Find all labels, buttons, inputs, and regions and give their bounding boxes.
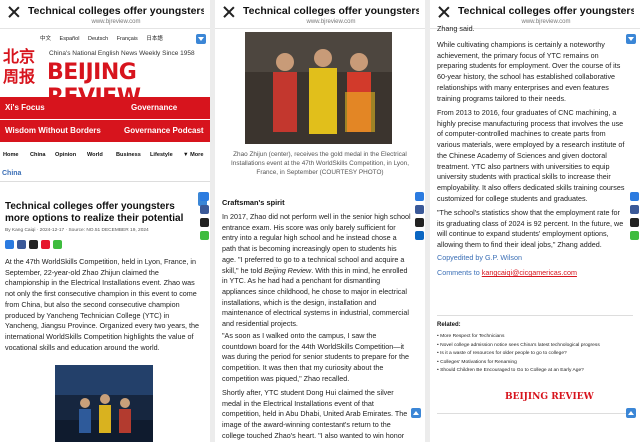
article-paragraph: "The school's statistics show that the e… — [437, 208, 624, 250]
weibo-icon[interactable] — [41, 240, 50, 249]
chevron-up-icon[interactable] — [411, 408, 421, 418]
logo-chinese[interactable]: 北京周报 — [3, 47, 35, 89]
language-link[interactable]: 中文 — [40, 36, 51, 42]
article-paragraph: In 2017, Zhao did not perform well in th… — [222, 212, 412, 330]
nav-bar-2: Wisdom Without Borders Governance Podcas… — [0, 120, 210, 142]
mail-icon[interactable] — [5, 240, 14, 249]
chevron-down-icon[interactable] — [196, 34, 206, 44]
wechat-icon[interactable] — [200, 231, 209, 240]
nav-home[interactable]: Home — [3, 152, 19, 158]
tagline: China's National English News Weekly Sin… — [49, 50, 195, 57]
chevron-down-icon[interactable] — [626, 34, 636, 44]
nav-opinion[interactable]: Opinion — [55, 152, 76, 158]
comments-email-link[interactable]: kangcaiqi@cicgamericas.com — [482, 268, 577, 277]
language-link[interactable]: 日本語 — [146, 36, 163, 42]
chevron-up-icon[interactable] — [626, 408, 636, 418]
publication-name: Beijing Review — [264, 265, 312, 275]
medal-ceremony-photo — [245, 32, 392, 144]
related-link[interactable]: More Respect for Technicians — [437, 333, 635, 342]
mail-icon[interactable] — [200, 192, 209, 201]
window-title: Technical colleges offer youngsters — [28, 5, 204, 17]
facebook-icon[interactable] — [415, 205, 424, 214]
x-icon[interactable] — [200, 218, 209, 227]
section-subhead: Craftsman's spirit — [222, 198, 285, 207]
article-paragraph: At the 47th WorldSkills Competition, hel… — [5, 257, 200, 352]
comments-line: Comments to kangcaiqi@cicgamericas.com — [437, 268, 577, 277]
language-link[interactable]: Deutsch — [88, 36, 108, 42]
section-label[interactable]: China — [2, 170, 21, 177]
facebook-icon[interactable] — [200, 205, 209, 214]
nav-governance[interactable]: Governance — [131, 103, 177, 112]
triple-screenshot: Technical colleges offer youngsters www.… — [0, 0, 640, 442]
nav-more-button[interactable]: ▼ More — [183, 152, 203, 158]
facebook-icon[interactable] — [17, 240, 26, 249]
article-paragraph: Shortly after, YTC student Dong Hui clai… — [222, 388, 408, 440]
x-icon[interactable] — [29, 240, 38, 249]
related-list: More Respect for Technicians Novel colle… — [437, 333, 635, 376]
divider — [437, 315, 633, 316]
comments-label: Comments to — [437, 268, 482, 277]
related-heading: Related: — [437, 322, 461, 328]
title-bar: Technical colleges offer youngsters www.… — [0, 0, 210, 29]
nav-lifestyle[interactable]: Lifestyle — [150, 152, 173, 158]
window-title: Technical colleges offer youngsters — [458, 5, 634, 17]
window-url: www.bjreview.com — [306, 19, 356, 25]
panel-mid-article: Technical colleges offer youngsters www.… — [215, 0, 425, 442]
nav-bar-1: Xi's Focus Governance — [0, 97, 210, 119]
related-link[interactable]: Colleges' Motivations for Renaming — [437, 359, 635, 368]
article-paragraph: "As soon as I walked onto the campus, I … — [222, 331, 409, 383]
nav-china[interactable]: China — [30, 152, 46, 158]
footer-logo[interactable]: BEIJING REVIEW — [505, 392, 594, 402]
share-bar-vertical — [200, 192, 209, 244]
main-nav: Home China Opinion World Business Lifest… — [0, 148, 210, 162]
x-icon[interactable] — [415, 218, 424, 227]
article-paragraph: While cultivating champions is certainly… — [437, 40, 621, 103]
window-title: Technical colleges offer youngsters — [243, 5, 419, 17]
divider — [437, 413, 633, 414]
mail-icon[interactable] — [630, 192, 639, 201]
panel-end-of-article: Technical colleges offer youngsters www.… — [430, 0, 640, 442]
share-bar-horizontal — [5, 240, 65, 249]
close-icon[interactable] — [222, 5, 236, 19]
article-meta: By Kang Caiqi · 2024-12-17 · Source: NO.… — [5, 228, 149, 233]
mail-icon[interactable] — [415, 192, 424, 201]
related-link[interactable]: Is it a waste of resources for older peo… — [437, 350, 635, 359]
facebook-icon[interactable] — [630, 205, 639, 214]
nav-world[interactable]: World — [87, 152, 103, 158]
linkedin-icon[interactable] — [415, 231, 424, 240]
paragraph-tail: Zhang said. — [437, 24, 475, 33]
nav-governance-podcast[interactable]: Governance Podcast — [124, 126, 204, 135]
share-bar-vertical — [415, 192, 424, 244]
competition-photo — [55, 365, 153, 442]
x-icon[interactable] — [630, 218, 639, 227]
wechat-icon[interactable] — [53, 240, 62, 249]
panel-top-of-article: Technical colleges offer youngsters www.… — [0, 0, 210, 442]
language-link[interactable]: Français — [117, 36, 138, 42]
title-bar: Technical colleges offer youngsters www.… — [215, 0, 425, 29]
close-icon[interactable] — [437, 5, 451, 19]
nav-xis-focus[interactable]: Xi's Focus — [5, 103, 45, 112]
divider — [0, 181, 210, 182]
related-link[interactable]: Should Children Be Encouraged to Go to C… — [437, 367, 635, 376]
close-icon[interactable] — [7, 5, 21, 19]
window-url: www.bjreview.com — [91, 19, 141, 25]
nav-wisdom-without-borders[interactable]: Wisdom Without Borders — [5, 126, 101, 135]
photo-caption: Zhao Zhijun (center), receives the gold … — [231, 151, 409, 176]
article-headline: Technical colleges offer youngsters more… — [5, 201, 184, 224]
copyedit-credit: Copyedited by G.P. Wilson — [437, 253, 522, 262]
language-link[interactable]: Español — [60, 36, 80, 42]
wechat-icon[interactable] — [630, 231, 639, 240]
nav-business[interactable]: Business — [116, 152, 141, 158]
language-switcher: 中文 Español Deutsch Français 日本語 — [40, 34, 170, 42]
share-bar-vertical — [630, 192, 639, 244]
related-link[interactable]: Novel college admission notice sees Chin… — [437, 342, 635, 351]
article-paragraph: From 2013 to 2016, four graduates of CNC… — [437, 108, 625, 203]
